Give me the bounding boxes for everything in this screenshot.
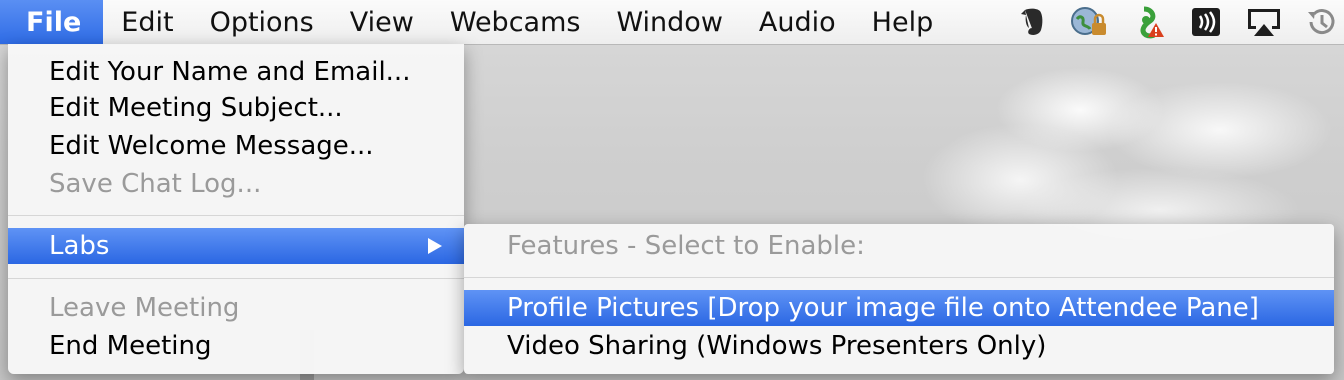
submenu-arrow-icon [428, 238, 442, 254]
menu-separator [8, 215, 464, 216]
menu-item-leave-meeting: Leave Meeting [49, 293, 240, 323]
submenu-header: Features - Select to Enable: [507, 231, 865, 261]
labs-submenu: Features - Select to Enable: Profile Pic… [464, 224, 1334, 374]
menu-item-labs[interactable]: Labs [8, 228, 464, 264]
menu-webcams[interactable]: Webcams [432, 0, 599, 44]
status-icons [996, 0, 1344, 44]
menu-help[interactable]: Help [854, 0, 952, 44]
menu-separator [464, 277, 1334, 278]
evernote-icon[interactable] [1010, 0, 1054, 44]
menu-bar: File Edit Options View Webcams Window Au… [0, 0, 1344, 45]
menu-item-edit-welcome-message[interactable]: Edit Welcome Message... [8, 128, 464, 164]
menu-file[interactable]: File [0, 0, 104, 44]
desktop-background-clouds [900, 40, 1344, 240]
menu-edit[interactable]: Edit [103, 0, 191, 44]
network-lock-icon[interactable] [1068, 0, 1112, 44]
menu-options[interactable]: Options [192, 0, 332, 44]
menu-item-labs-label: Labs [49, 231, 110, 261]
sync-warning-icon[interactable] [1126, 0, 1170, 44]
menu-separator [8, 278, 464, 279]
menu-view[interactable]: View [332, 0, 432, 44]
menu-window[interactable]: Window [598, 0, 740, 44]
menu-item-end-meeting[interactable]: End Meeting [8, 328, 464, 364]
menu-item-save-chat-log: Save Chat Log... [49, 169, 262, 199]
menu-audio[interactable]: Audio [741, 0, 854, 44]
file-menu-dropdown: Edit Your Name and Email... Edit Meeting… [8, 44, 464, 374]
submenu-item-video-sharing[interactable]: Video Sharing (Windows Presenters Only) [464, 328, 1334, 364]
time-machine-icon[interactable] [1300, 0, 1344, 44]
submenu-item-profile-pictures[interactable]: Profile Pictures [Drop your image file o… [464, 290, 1334, 326]
menu-item-edit-meeting-subject[interactable]: Edit Meeting Subject... [8, 90, 464, 126]
airplay-icon[interactable] [1242, 0, 1286, 44]
menu-item-edit-name-email[interactable]: Edit Your Name and Email... [8, 54, 464, 90]
volume-icon[interactable] [1184, 0, 1228, 44]
